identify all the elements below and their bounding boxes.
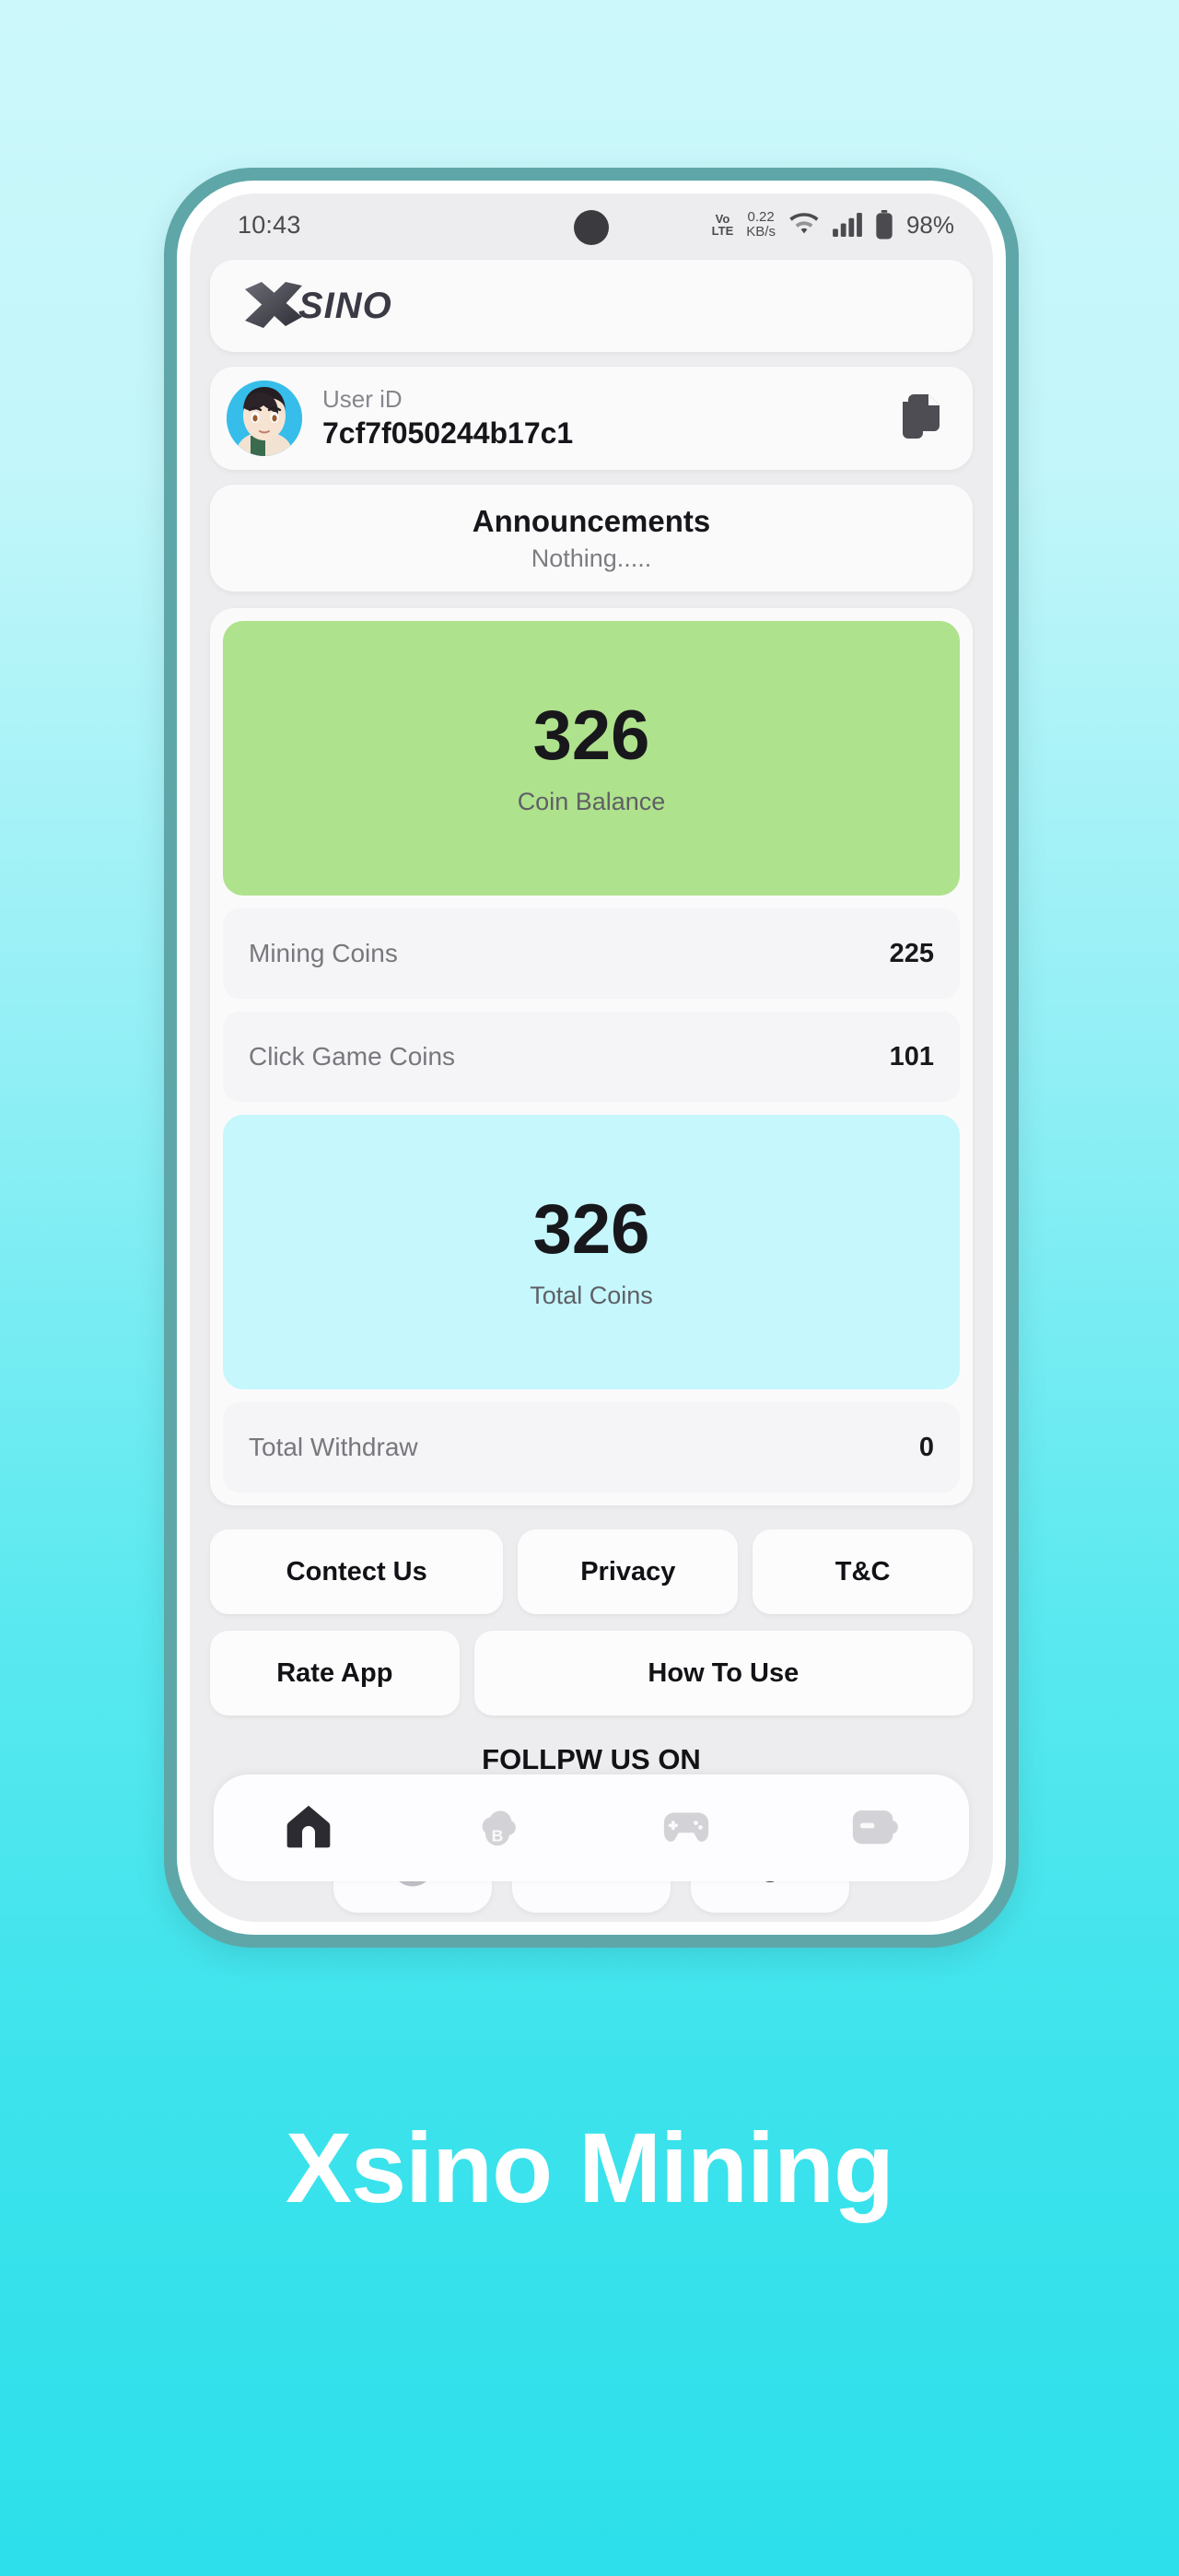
status-icons: Vo LTE 0.22 KB/s 98% [712, 210, 954, 240]
wifi-icon [788, 213, 820, 237]
logo-text: SINO [298, 285, 392, 326]
contact-us-button[interactable]: Contect Us [210, 1529, 504, 1614]
how-to-use-button[interactable]: How To Use [473, 1631, 973, 1715]
user-avatar [227, 381, 302, 456]
privacy-button[interactable]: Privacy [518, 1529, 739, 1614]
terms-button[interactable]: T&C [753, 1529, 973, 1614]
app-content: SINO User iD 7cf7f050244b17c1 Announceme… [190, 260, 993, 1913]
phone-frame: 10:43 Vo LTE 0.22 KB/s 98% SINO User iD … [164, 168, 1019, 1948]
total-coins-label: Total Coins [530, 1281, 653, 1309]
stat-row-click-game-coins: Click Game Coins 101 [223, 1012, 960, 1102]
announcements-title: Announcements [472, 503, 711, 538]
announcements-message: Nothing..... [531, 544, 652, 572]
wallet-icon [848, 1799, 902, 1857]
stats-panel: 326 Coin Balance Mining Coins 225 Click … [210, 608, 973, 1505]
stat-label: Total Withdraw [249, 1433, 418, 1461]
gamepad-icon [660, 1799, 713, 1857]
user-id-card[interactable]: User iD 7cf7f050244b17c1 [210, 367, 973, 470]
network-speed-value: 0.22 [747, 209, 775, 226]
battery-percent-label: 98% [905, 210, 954, 239]
stat-value: 101 [889, 1041, 934, 1071]
network-speed-indicator: 0.22 KB/s [746, 210, 776, 240]
phone-bezel: 10:43 Vo LTE 0.22 KB/s 98% SINO User iD … [177, 181, 1006, 1935]
total-coins-card: 326 Total Coins [223, 1115, 960, 1389]
rate-app-button[interactable]: Rate App [210, 1631, 460, 1715]
xsino-logo: SINO [243, 280, 392, 332]
copy-icon[interactable] [897, 391, 945, 447]
user-id-texts: User iD 7cf7f050244b17c1 [322, 385, 897, 451]
nav-wallet[interactable] [780, 1799, 969, 1857]
coin-balance-card: 326 Coin Balance [223, 621, 960, 896]
svg-text:B: B [491, 1826, 503, 1844]
coin-balance-value: 326 [532, 696, 650, 775]
cloud-bitcoin-icon: B [472, 1800, 523, 1856]
phone-screen: 10:43 Vo LTE 0.22 KB/s 98% SINO User iD … [190, 193, 993, 1922]
announcements-card: Announcements Nothing..... [210, 485, 973, 591]
volte-icon: Vo LTE [712, 213, 734, 237]
stat-label: Mining Coins [249, 939, 398, 967]
stat-row-total-withdraw: Total Withdraw 0 [223, 1402, 960, 1493]
nav-home[interactable] [214, 1800, 403, 1856]
stat-row-mining-coins: Mining Coins 225 [223, 908, 960, 999]
nav-mining[interactable]: B [403, 1800, 591, 1856]
coin-balance-label: Coin Balance [517, 787, 666, 815]
app-header-bar: SINO [210, 260, 973, 352]
user-id-value: 7cf7f050244b17c1 [322, 416, 574, 450]
nav-games[interactable] [591, 1799, 780, 1857]
home-icon [283, 1800, 334, 1856]
status-time: 10:43 [238, 210, 301, 239]
network-speed-unit: KB/s [746, 224, 776, 240]
user-id-label: User iD [322, 385, 403, 414]
stat-value: 225 [889, 938, 934, 968]
follow-us-title: FOLLPW US ON [482, 1743, 701, 1775]
bottom-navigation-bar: B [214, 1774, 969, 1881]
volte-bottom-label: LTE [711, 224, 734, 238]
front-camera-notch [574, 210, 609, 245]
stat-value: 0 [918, 1432, 934, 1462]
link-buttons-row-1: Contect Us Privacy T&C [210, 1529, 973, 1614]
cellular-signal-icon [833, 213, 862, 237]
total-coins-value: 326 [532, 1189, 650, 1269]
status-bar: 10:43 Vo LTE 0.22 KB/s 98% [190, 193, 993, 249]
logo-x-mark [245, 282, 302, 328]
stat-label: Click Game Coins [249, 1042, 456, 1071]
page-title: Xsino Mining [286, 2112, 894, 2223]
link-buttons-area: Contect Us Privacy T&C Rate App How To U… [210, 1529, 973, 1715]
battery-icon [875, 210, 893, 240]
link-buttons-row-2: Rate App How To Use [210, 1631, 973, 1715]
